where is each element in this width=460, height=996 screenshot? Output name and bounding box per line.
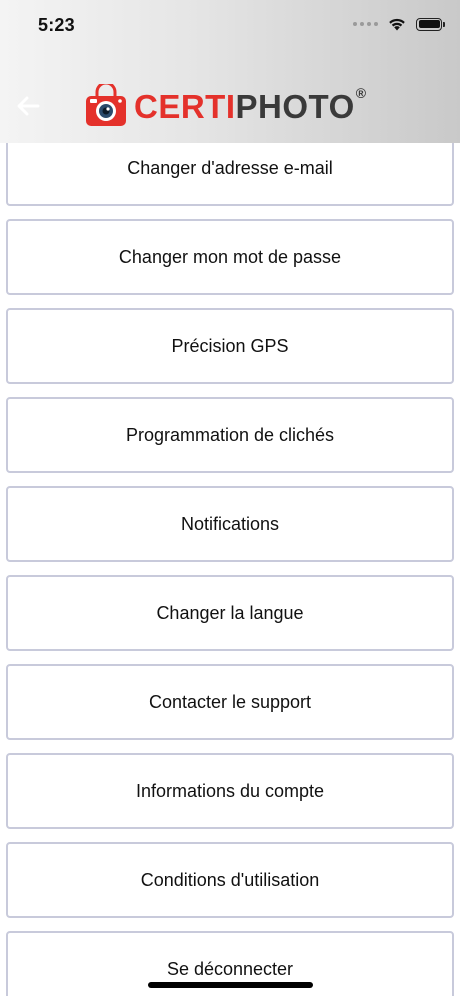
menu-item-label: Notifications bbox=[180, 513, 280, 534]
signal-icon bbox=[353, 22, 378, 26]
menu-item-change-password[interactable]: Changer mon mot de passe bbox=[6, 219, 454, 295]
menu-item-label: Programmation de clichés bbox=[125, 424, 335, 445]
menu-item-label: Changer mon mot de passe bbox=[118, 246, 342, 267]
menu-item-notifications[interactable]: Notifications bbox=[6, 486, 454, 562]
status-indicators bbox=[353, 17, 445, 31]
menu-item-label: Contacter le support bbox=[148, 691, 312, 712]
settings-screen: Changer d'adresse e-mail Changer mon mot… bbox=[0, 0, 460, 996]
menu-item-label: Informations du compte bbox=[135, 780, 325, 801]
certiphoto-logo: CERTIPHOTO® bbox=[84, 84, 367, 128]
menu-item-gps-precision[interactable]: Précision GPS bbox=[6, 308, 454, 384]
menu-item-contact-support[interactable]: Contacter le support bbox=[6, 664, 454, 740]
logo-wordmark: CERTIPHOTO® bbox=[134, 86, 367, 125]
status-time: 5:23 bbox=[38, 15, 75, 35]
logo-part-dark: PHOTO bbox=[235, 87, 355, 125]
back-button[interactable] bbox=[12, 90, 44, 122]
menu-item-label: Changer la langue bbox=[156, 602, 304, 623]
registered-mark: ® bbox=[355, 84, 367, 101]
home-indicator[interactable] bbox=[148, 982, 313, 988]
back-arrow-icon bbox=[17, 96, 40, 116]
menu-item-terms-of-use[interactable]: Conditions d'utilisation bbox=[6, 842, 454, 918]
menu-item-photo-scheduling[interactable]: Programmation de clichés bbox=[6, 397, 454, 473]
logo-part-red: CERTI bbox=[134, 87, 236, 125]
menu-item-label: Changer d'adresse e-mail bbox=[127, 157, 333, 178]
wifi-icon bbox=[389, 18, 405, 31]
battery-icon bbox=[416, 17, 445, 31]
menu-item-account-info[interactable]: Informations du compte bbox=[6, 753, 454, 829]
menu-item-label: Précision GPS bbox=[171, 335, 289, 356]
menu-item-label: Se déconnecter bbox=[166, 958, 294, 979]
app-header: 5:23 CERTIPHOTO® bbox=[0, 0, 460, 143]
camera-logo-icon bbox=[86, 84, 126, 126]
menu-item-change-language[interactable]: Changer la langue bbox=[6, 575, 454, 651]
menu-item-label: Conditions d'utilisation bbox=[140, 869, 320, 890]
